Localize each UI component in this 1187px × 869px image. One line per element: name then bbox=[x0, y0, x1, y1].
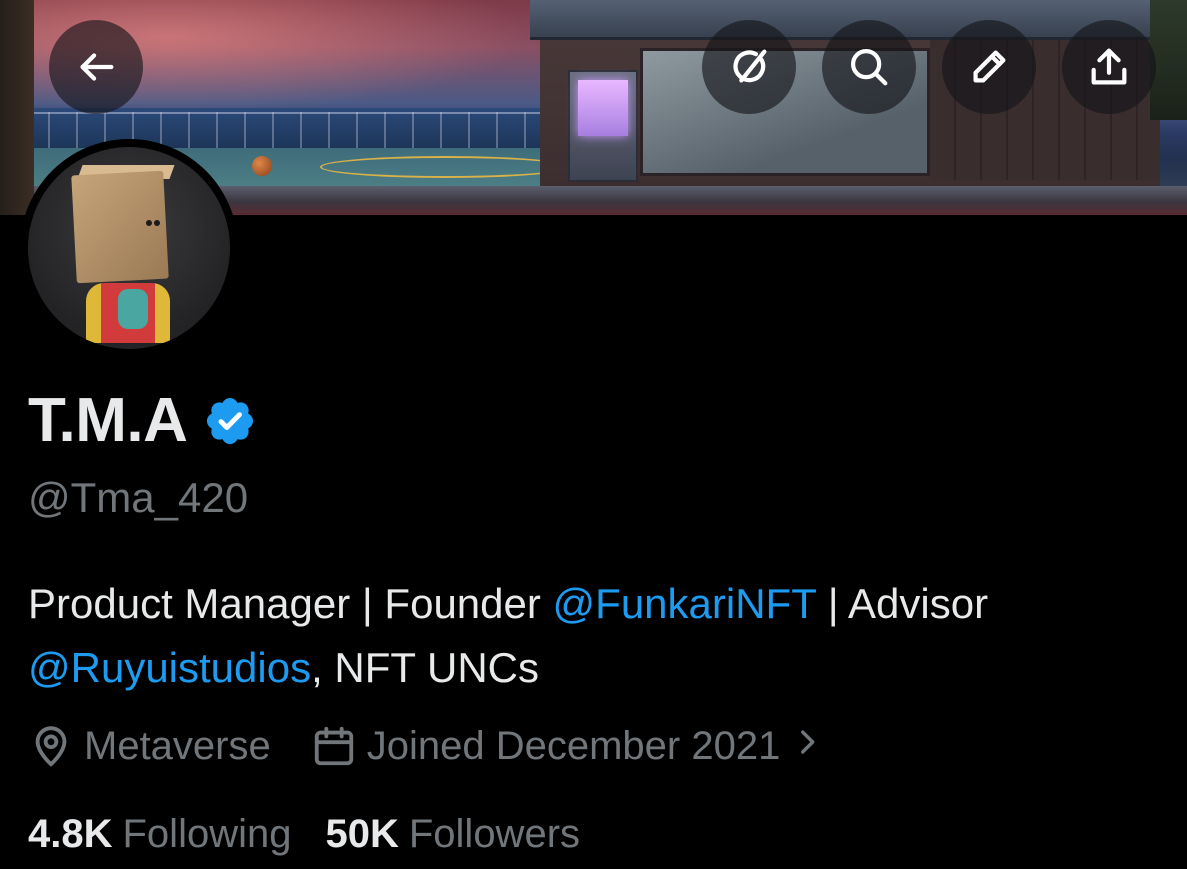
followers-link[interactable]: 50K Followers bbox=[325, 806, 580, 862]
grok-icon bbox=[733, 49, 767, 83]
following-label: Following bbox=[122, 812, 292, 856]
join-date[interactable]: Joined December 2021 bbox=[311, 718, 835, 774]
banner-court-line bbox=[320, 156, 570, 178]
back-button[interactable] bbox=[49, 20, 143, 114]
location: Metaverse bbox=[28, 718, 271, 774]
join-date-text: Joined December 2021 bbox=[366, 724, 781, 768]
banner-basketball bbox=[252, 156, 272, 176]
bio-text: | Advisor bbox=[816, 580, 989, 627]
following-link[interactable]: 4.8K Following bbox=[28, 806, 291, 862]
follow-stats: 4.8K Following 50K Followers bbox=[28, 806, 580, 862]
avatar-toy bbox=[118, 289, 148, 329]
verified-badge-icon[interactable] bbox=[203, 394, 257, 448]
bio-text: , NFT UNCs bbox=[311, 644, 539, 691]
bio-line-2: @Ruyuistudios, NFT UNCs bbox=[28, 636, 1168, 700]
location-text: Metaverse bbox=[84, 724, 271, 768]
avatar-eye bbox=[146, 220, 152, 226]
search-button[interactable] bbox=[822, 20, 916, 114]
name-row: T.M.A bbox=[28, 386, 257, 456]
bio-text: Product Manager | Founder bbox=[28, 580, 553, 627]
bio-mention-link[interactable]: @Ruyuistudios bbox=[28, 644, 311, 691]
avatar-eye bbox=[154, 220, 160, 226]
followers-count: 50K bbox=[325, 812, 399, 856]
profile-bio: Product Manager | Founder @FunkariNFT | … bbox=[28, 572, 1168, 700]
location-pin-icon bbox=[35, 726, 67, 767]
pencil-icon bbox=[973, 50, 1006, 83]
banner-vending-machine bbox=[568, 70, 638, 182]
avatar-paper-bag bbox=[71, 170, 169, 284]
bio-line-1: Product Manager | Founder @FunkariNFT | … bbox=[28, 572, 1168, 636]
profile-avatar[interactable] bbox=[20, 139, 238, 357]
following-count: 4.8K bbox=[28, 812, 113, 856]
search-icon bbox=[850, 48, 888, 86]
edit-profile-button[interactable] bbox=[942, 20, 1036, 114]
bio-mention-link[interactable]: @FunkariNFT bbox=[553, 580, 817, 627]
share-button[interactable] bbox=[1062, 20, 1156, 114]
chevron-right-icon bbox=[801, 730, 815, 754]
grok-button[interactable] bbox=[702, 20, 796, 114]
followers-label: Followers bbox=[408, 812, 581, 856]
user-handle: @Tma_420 bbox=[28, 474, 249, 521]
arrow-left-icon bbox=[80, 53, 114, 81]
banner-tree bbox=[0, 0, 34, 215]
share-upload-icon bbox=[1091, 48, 1127, 85]
calendar-icon bbox=[314, 726, 353, 766]
display-name: T.M.A bbox=[28, 386, 188, 455]
avatar-image bbox=[28, 147, 230, 349]
profile-meta: Metaverse Joined December 2021 bbox=[28, 718, 834, 774]
